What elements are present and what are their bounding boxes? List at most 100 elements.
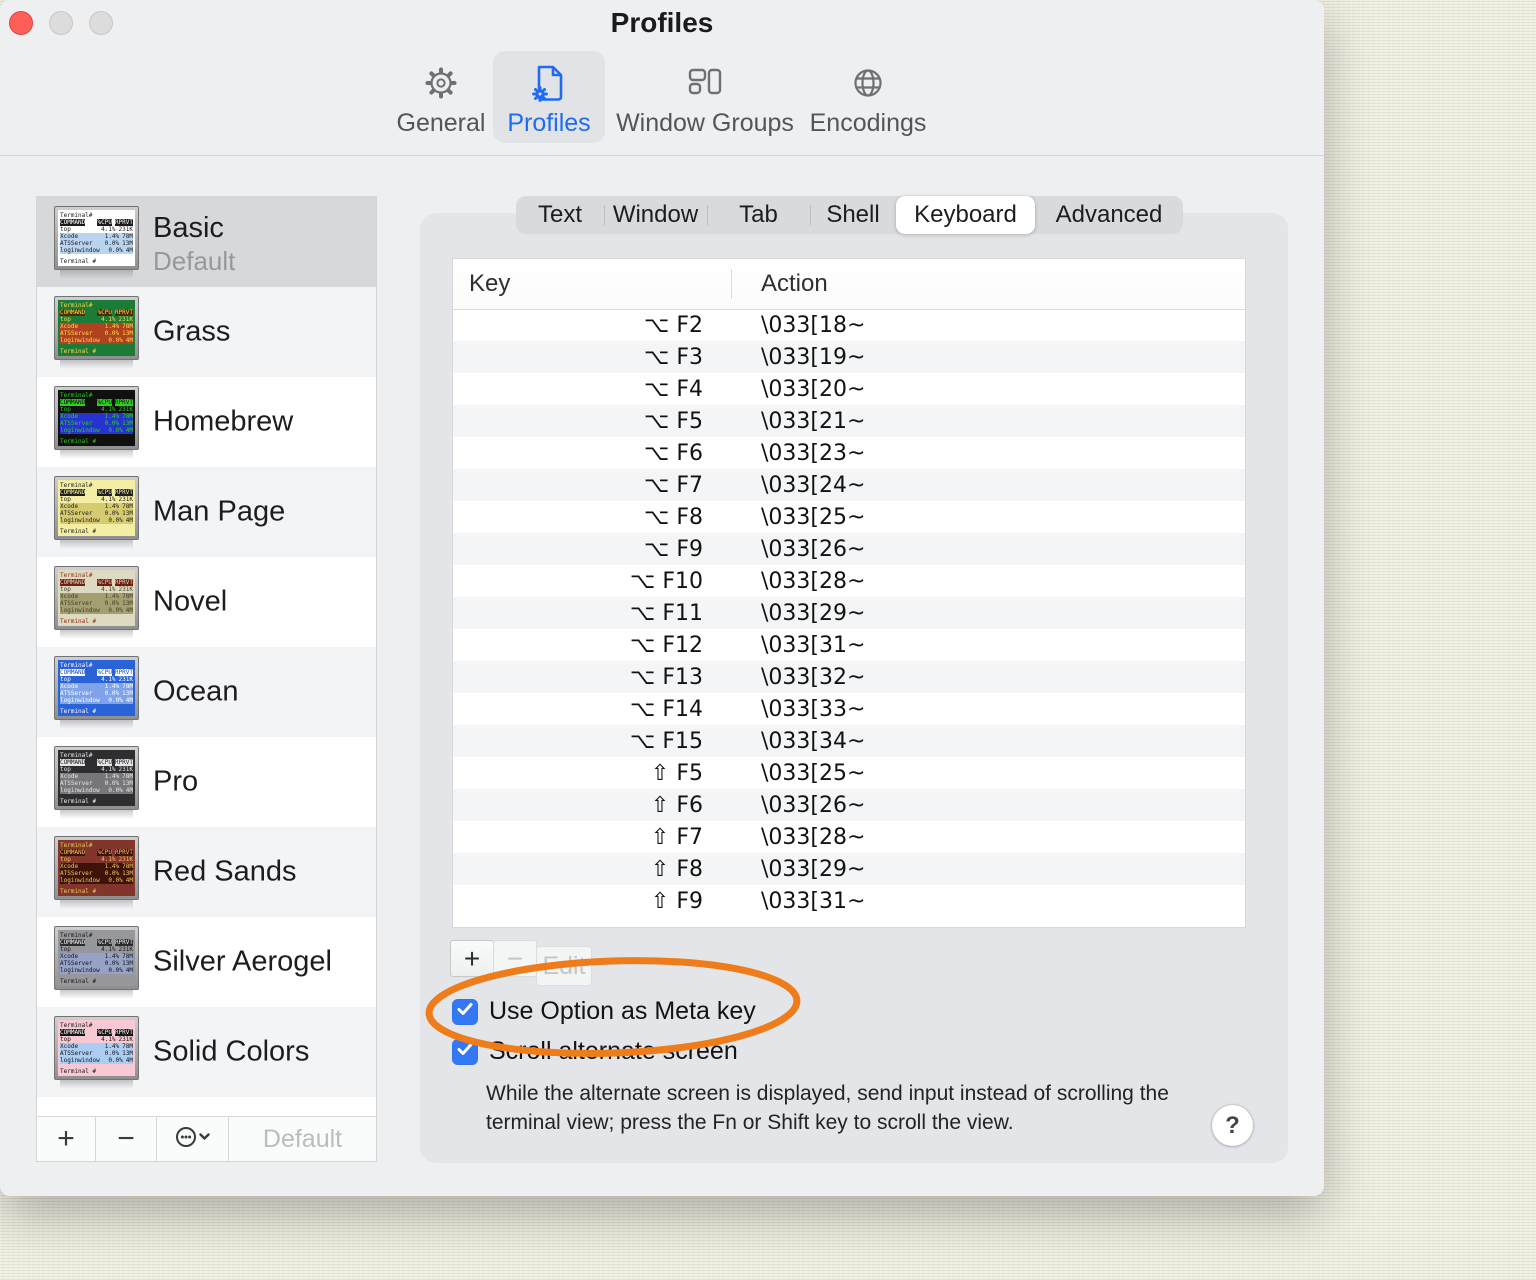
- keybinding-row[interactable]: ⌥ F6 \033[23~: [453, 437, 1245, 469]
- window-groups-icon: [682, 57, 728, 109]
- keybinding-row[interactable]: ⌥ F3 \033[19~: [453, 341, 1245, 373]
- profile-item-silver-aerogel[interactable]: Terminal# COMMAND %CPU RPRVT top 4.1% 231K Xcod…: [37, 917, 376, 1007]
- profile-thumbnail: Terminal# COMMAND %CPU RPRVT top 4.1% 231K Xcod…: [54, 566, 139, 639]
- profile-thumbnail: Terminal# COMMAND %CPU RPRVT top 4.1% 231K Xcod…: [54, 926, 139, 999]
- tab-text[interactable]: Text: [516, 196, 604, 234]
- profile-item-basic[interactable]: Terminal# COMMAND %CPU RPRVT top 4.1% 231K Xcod…: [37, 197, 376, 287]
- keybinding-row[interactable]: ⌥ F5 \033[21~: [453, 405, 1245, 437]
- key-bindings-table: Key Action ⌥ F2 \033[18~ ⌥ F3 \033[19~ ⌥ F4 \…: [452, 258, 1246, 928]
- remove-key-binding-button[interactable]: −: [493, 940, 537, 977]
- profile-item-red-sands[interactable]: Terminal# COMMAND %CPU RPRVT top 4.1% 231K Xcod…: [37, 827, 376, 917]
- keybinding-row[interactable]: ⌥ F12 \033[31~: [453, 629, 1245, 661]
- action-cell: \033[31~: [761, 632, 866, 658]
- profile-document-icon: [526, 57, 572, 109]
- profile-item-pro[interactable]: Terminal# COMMAND %CPU RPRVT top 4.1% 231K Xcod…: [37, 737, 376, 827]
- tab-tab[interactable]: Tab: [707, 196, 810, 234]
- profile-thumbnail: Terminal# COMMAND %CPU RPRVT top 4.1% 231K Xcod…: [54, 746, 139, 819]
- profile-item-grass[interactable]: Terminal# COMMAND %CPU RPRVT top 4.1% 231K Xcod…: [37, 287, 376, 377]
- desktop: Profiles General Profiles Window Groups …: [0, 0, 1536, 1280]
- toolbar-item-encodings[interactable]: Encodings: [805, 51, 931, 143]
- profile-thumbnail: Terminal# COMMAND %CPU RPRVT top 4.1% 231K Xcod…: [54, 1016, 139, 1089]
- use-option-as-meta-key-row: Use Option as Meta key: [452, 997, 756, 1026]
- globe-icon: [845, 57, 891, 109]
- help-button[interactable]: ?: [1212, 1105, 1253, 1146]
- action-cell: \033[18~: [761, 312, 866, 338]
- action-cell: \033[24~: [761, 472, 866, 498]
- keybinding-row[interactable]: ⇧ F6 \033[26~: [453, 789, 1245, 821]
- keybinding-row[interactable]: ⌥ F15 \033[34~: [453, 725, 1245, 757]
- key-cell: ⇧ F7: [650, 824, 703, 850]
- keybinding-row[interactable]: ⇧ F9 \033[31~: [453, 885, 1245, 917]
- toolbar-item-profiles[interactable]: Profiles: [493, 51, 605, 143]
- keybinding-row[interactable]: ⇧ F5 \033[25~: [453, 757, 1245, 789]
- key-cell: ⌥ F10: [630, 568, 703, 594]
- toolbar-item-window-groups[interactable]: Window Groups: [605, 51, 805, 143]
- profile-thumbnail: Terminal# COMMAND %CPU RPRVT top 4.1% 231K Xcod…: [54, 386, 139, 459]
- keybinding-row[interactable]: ⇧ F7 \033[28~: [453, 821, 1245, 853]
- action-cell: \033[31~: [761, 888, 866, 914]
- use-option-as-meta-key-checkbox[interactable]: [452, 998, 478, 1025]
- key-cell: ⌥ F13: [630, 664, 703, 690]
- action-cell: \033[34~: [761, 728, 866, 754]
- window-title: Profiles: [610, 7, 714, 38]
- key-cell: ⌥ F15: [630, 728, 703, 754]
- profile-list-panel: Terminal# COMMAND %CPU RPRVT top 4.1% 231K Xcod…: [36, 196, 377, 1162]
- set-default-button[interactable]: Default: [229, 1117, 376, 1161]
- profile-list-footer: + − Default: [37, 1116, 376, 1161]
- action-cell: \033[29~: [761, 600, 866, 626]
- profile-thumbnail: Terminal# COMMAND %CPU RPRVT top 4.1% 231K Xcod…: [54, 476, 139, 549]
- edit-key-binding-button[interactable]: Edit: [536, 946, 592, 986]
- toolbar-label-general: General: [396, 109, 486, 137]
- profile-item-novel[interactable]: Terminal# COMMAND %CPU RPRVT top 4.1% 231K Xcod…: [37, 557, 376, 647]
- key-cell: ⌥ F4: [644, 376, 703, 402]
- add-key-binding-button[interactable]: +: [450, 940, 494, 977]
- keybinding-row[interactable]: ⌥ F10 \033[28~: [453, 565, 1245, 597]
- profile-item-ocean[interactable]: Terminal# COMMAND %CPU RPRVT top 4.1% 231K Xcod…: [37, 647, 376, 737]
- action-cell: \033[26~: [761, 536, 866, 562]
- profile-name: Novel: [153, 585, 228, 618]
- profile-list: Terminal# COMMAND %CPU RPRVT top 4.1% 231K Xcod…: [37, 197, 376, 1117]
- keybinding-row[interactable]: ⌥ F11 \033[29~: [453, 597, 1245, 629]
- action-cell: \033[20~: [761, 376, 866, 402]
- tab-advanced[interactable]: Advanced: [1035, 196, 1183, 234]
- scroll-alternate-screen-label: Scroll alternate screen: [489, 1037, 738, 1065]
- preferences-toolbar: General Profiles Window Groups Encodings: [0, 48, 1324, 156]
- add-profile-button[interactable]: +: [37, 1117, 96, 1161]
- profile-item-solid-colors[interactable]: Terminal# COMMAND %CPU RPRVT top 4.1% 231K Xcod…: [37, 1007, 376, 1097]
- keybinding-row[interactable]: ⌥ F14 \033[33~: [453, 693, 1245, 725]
- toolbar-item-general[interactable]: General: [389, 51, 493, 143]
- keybinding-row[interactable]: ⌥ F4 \033[20~: [453, 373, 1245, 405]
- table-header: Key Action: [453, 259, 1245, 310]
- keybinding-row[interactable]: ⌥ F2 \033[18~: [453, 309, 1245, 341]
- keybinding-row[interactable]: ⇧ F8 \033[29~: [453, 853, 1245, 885]
- tab-keyboard[interactable]: Keyboard: [896, 196, 1035, 234]
- key-cell: ⌥ F6: [644, 440, 703, 466]
- action-cell: \033[23~: [761, 440, 866, 466]
- profile-name: Silver Aerogel: [153, 945, 332, 978]
- keybinding-row[interactable]: ⌥ F8 \033[25~: [453, 501, 1245, 533]
- profile-thumbnail: Terminal# COMMAND %CPU RPRVT top 4.1% 231K Xcod…: [54, 296, 139, 369]
- keybinding-row[interactable]: ⌥ F7 \033[24~: [453, 469, 1245, 501]
- key-cell: ⇧ F6: [650, 792, 703, 818]
- checkmark-icon: [456, 1001, 474, 1022]
- more-options-button[interactable]: [157, 1117, 229, 1161]
- tab-shell[interactable]: Shell: [810, 196, 896, 234]
- table-rows: ⌥ F2 \033[18~ ⌥ F3 \033[19~ ⌥ F4 \033[20~ ⌥ F5…: [453, 309, 1245, 927]
- action-cell: \033[26~: [761, 792, 866, 818]
- keybinding-row[interactable]: ⌥ F13 \033[32~: [453, 661, 1245, 693]
- profile-item-homebrew[interactable]: Terminal# COMMAND %CPU RPRVT top 4.1% 231K Xcod…: [37, 377, 376, 467]
- key-cell: ⇧ F8: [650, 856, 703, 882]
- alternate-screen-help-text: While the alternate screen is displayed,…: [486, 1082, 1169, 1134]
- keybinding-row[interactable]: ⌥ F9 \033[26~: [453, 533, 1245, 565]
- key-cell: ⇧ F9: [650, 888, 703, 914]
- scroll-alternate-screen-checkbox[interactable]: [452, 1038, 478, 1065]
- remove-profile-button[interactable]: −: [96, 1117, 157, 1161]
- key-cell: ⌥ F3: [644, 344, 703, 370]
- toolbar-label-profiles: Profiles: [507, 109, 591, 137]
- toolbar-label-encodings: Encodings: [809, 109, 927, 137]
- tab-window[interactable]: Window: [604, 196, 707, 234]
- action-cell: \033[21~: [761, 408, 866, 434]
- profile-item-man-page[interactable]: Terminal# COMMAND %CPU RPRVT top 4.1% 231K Xcod…: [37, 467, 376, 557]
- key-cell: ⌥ F2: [644, 312, 703, 338]
- profile-name: Homebrew: [153, 405, 294, 438]
